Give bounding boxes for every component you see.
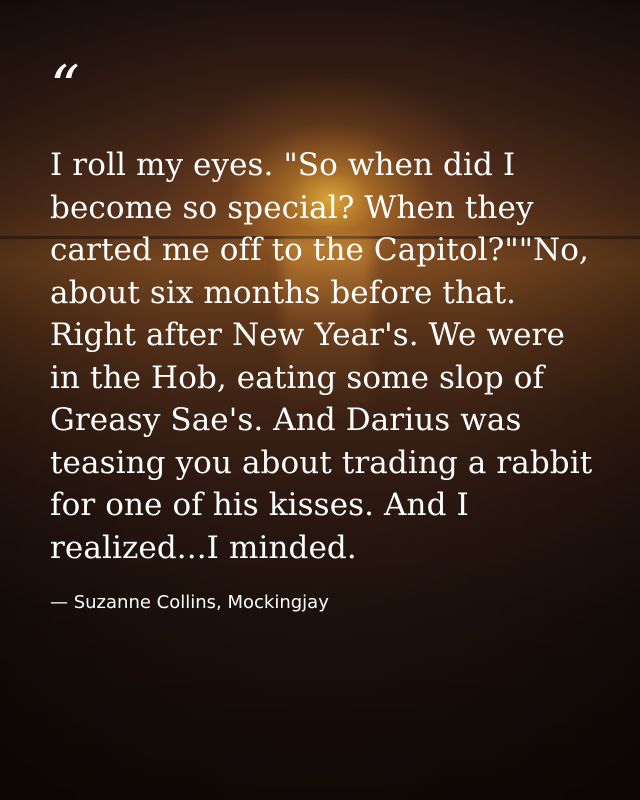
quote-mark-icon: “ [50, 53, 80, 121]
quote-card: “ I roll my eyes. "So when did I become … [50, 58, 595, 615]
quote-text: I roll my eyes. "So when did I become so… [50, 147, 593, 566]
quote-attribution: — Suzanne Collins, Mockingjay [50, 592, 329, 613]
